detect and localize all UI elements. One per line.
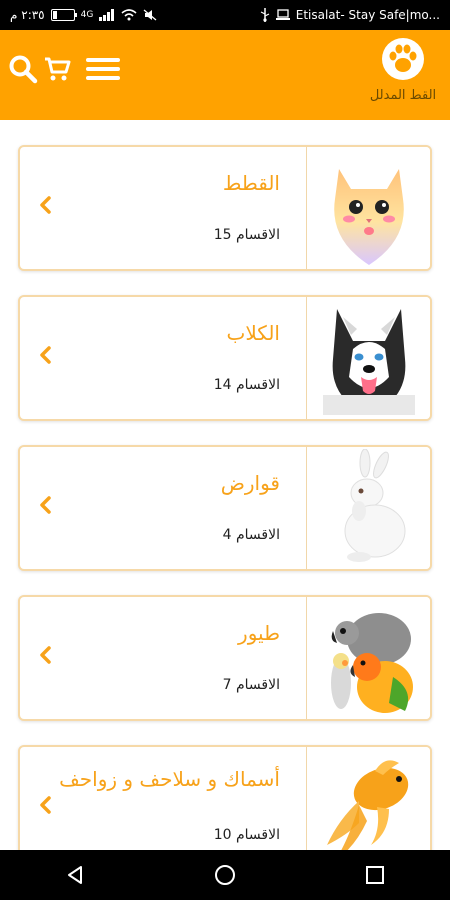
network-badge: 4G bbox=[80, 10, 94, 20]
battery-icon bbox=[50, 9, 77, 21]
dog-image bbox=[306, 297, 430, 419]
mute-icon bbox=[143, 9, 157, 21]
category-title: الكلاب bbox=[226, 321, 280, 345]
chevron-left-icon bbox=[40, 196, 51, 214]
back-icon bbox=[68, 866, 82, 884]
recents-button[interactable] bbox=[355, 855, 395, 895]
cart-button[interactable] bbox=[40, 52, 74, 86]
rabbit-illustration bbox=[344, 449, 405, 562]
category-card-fish[interactable]: أسماك و سلاحف و زواحف الاقسام 10 bbox=[18, 745, 432, 850]
menu-icon bbox=[86, 58, 120, 80]
brand-logo bbox=[382, 38, 424, 80]
category-card-cats[interactable]: القطط الاقسام 15 bbox=[18, 145, 432, 271]
system-nav-bar bbox=[0, 850, 450, 900]
app-bar: القط المدلل bbox=[0, 30, 450, 120]
chevron-left-icon bbox=[40, 646, 51, 664]
category-title: القطط bbox=[222, 171, 280, 195]
category-sections: الاقسام 7 bbox=[222, 677, 280, 693]
recents-icon bbox=[366, 866, 384, 884]
category-list: القطط الاقسام 15 الكلاب الاقسام 14 قوارض… bbox=[0, 120, 450, 850]
fish-illustration bbox=[326, 760, 408, 850]
back-button[interactable] bbox=[55, 855, 95, 895]
fish-image bbox=[306, 747, 430, 850]
carrier-text: Etisalat- Stay Safe|mo... bbox=[295, 8, 440, 22]
signal-icon bbox=[99, 9, 115, 21]
brand[interactable]: القط المدلل bbox=[362, 38, 444, 116]
category-card-dogs[interactable]: الكلاب الاقسام 14 bbox=[18, 295, 432, 421]
category-sections: الاقسام 4 bbox=[222, 527, 280, 543]
home-icon bbox=[215, 865, 235, 885]
chevron-left-icon bbox=[40, 346, 51, 364]
status-time: ٢:٣٥ م bbox=[10, 8, 45, 22]
rabbit-image bbox=[306, 447, 430, 569]
category-sections: الاقسام 14 bbox=[213, 377, 280, 393]
status-left: ٢:٣٥ م 4G bbox=[10, 8, 157, 22]
home-button[interactable] bbox=[205, 855, 245, 895]
dog-illustration bbox=[322, 309, 415, 415]
wifi-icon bbox=[121, 9, 137, 21]
chevron-left-icon bbox=[40, 496, 51, 514]
paw-icon bbox=[389, 44, 417, 72]
category-sections: الاقسام 10 bbox=[213, 827, 280, 843]
laptop-icon bbox=[275, 9, 290, 20]
usb-icon bbox=[260, 8, 270, 22]
chevron-left-icon bbox=[40, 796, 51, 814]
birds-image bbox=[306, 597, 430, 719]
category-title: قوارض bbox=[220, 471, 280, 495]
category-card-birds[interactable]: طيور الاقسام 7 bbox=[18, 595, 432, 721]
cat-image bbox=[306, 147, 430, 269]
search-button[interactable] bbox=[6, 52, 40, 86]
category-sections: الاقسام 15 bbox=[213, 227, 280, 243]
category-title: أسماك و سلاحف و زواحف bbox=[59, 767, 280, 791]
cat-illustration bbox=[333, 169, 404, 265]
search-icon bbox=[9, 55, 38, 84]
status-bar: ٢:٣٥ م 4G Etisalat- Stay Safe|mo... bbox=[0, 0, 450, 30]
birds-illustration bbox=[330, 613, 413, 713]
category-card-rodents[interactable]: قوارض الاقسام 4 bbox=[18, 445, 432, 571]
status-right: Etisalat- Stay Safe|mo... bbox=[260, 8, 440, 22]
category-title: طيور bbox=[238, 621, 280, 645]
menu-button[interactable] bbox=[86, 52, 120, 86]
cart-icon bbox=[45, 57, 71, 81]
brand-name: القط المدلل bbox=[369, 88, 437, 103]
